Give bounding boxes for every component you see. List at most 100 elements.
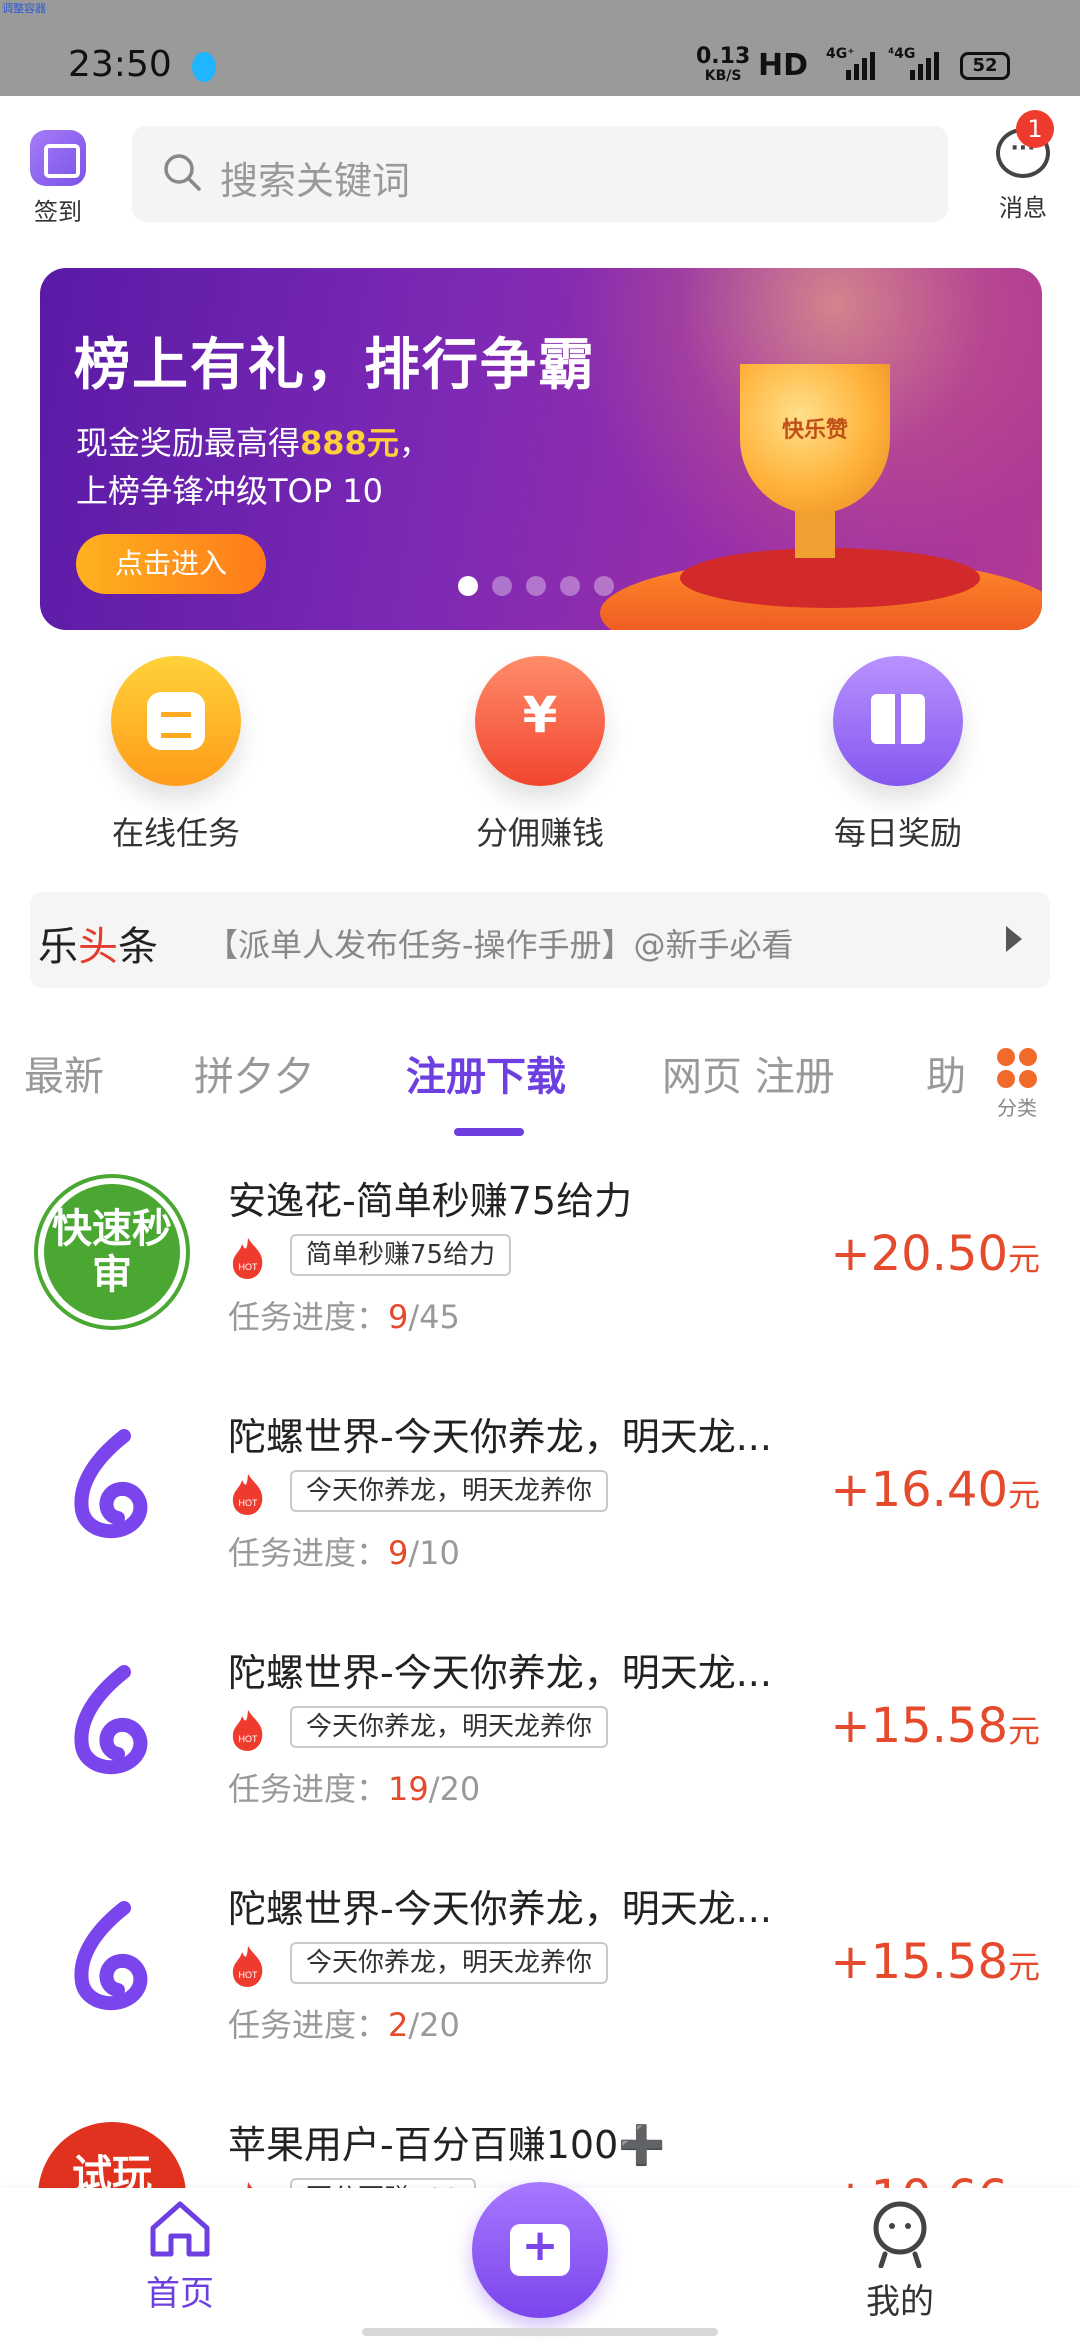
snail-logo-icon xyxy=(38,1886,186,2034)
task-reward: +16.40元 xyxy=(830,1462,1040,1518)
tab-latest[interactable]: 最新 xyxy=(24,1044,104,1102)
task-name: 安逸花-简单秒赚75给力 xyxy=(228,1179,633,1223)
daily-reward-button[interactable]: 每日奖励 xyxy=(778,656,1018,854)
header: 签到 搜索关键词 1 消息 xyxy=(0,96,1080,256)
task-tag: 今天你养龙，明天龙养你 xyxy=(290,1706,609,1748)
promo-banner[interactable]: 快乐赞 榜上有礼，排行争霸 现金奖励最高得888元， 上榜争锋冲级TOP 10 … xyxy=(40,268,1042,630)
task-progress: 任务进度：9/10 xyxy=(228,1528,460,1574)
ticker-brand-2: 头 xyxy=(78,924,118,970)
search-icon xyxy=(164,154,201,191)
snail-logo-icon xyxy=(38,1650,186,1798)
calendar-check-icon xyxy=(30,130,86,186)
publish-fab-button[interactable]: + xyxy=(472,2182,608,2318)
trophy-text: 快乐赞 xyxy=(781,418,848,443)
trophy-stem xyxy=(795,508,835,558)
task-row[interactable]: 陀螺世界-今天你养龙，明天龙... HOT 今天你养龙，明天龙养你 任务进度：2… xyxy=(0,1848,1080,2084)
task-progress: 任务进度：19/20 xyxy=(228,1764,480,1810)
task-logo: 快速秒审 xyxy=(38,1178,186,1326)
plus-icon: + xyxy=(521,2220,559,2271)
reward-amount: +20.50 xyxy=(830,1226,1008,1282)
pagination-dot[interactable] xyxy=(560,576,580,596)
pagination-dot[interactable] xyxy=(526,576,546,596)
banner-title: 榜上有礼，排行争霸 xyxy=(74,333,596,398)
tab-web-register[interactable]: 网页 注册 xyxy=(662,1044,835,1102)
reward-amount: +15.58 xyxy=(830,1934,1008,1990)
task-reward: +20.50元 xyxy=(830,1226,1040,1282)
news-ticker[interactable]: 乐头条 【派单人发布任务-操作手册】@新手必看 xyxy=(30,892,1050,988)
signal-bars-2-icon xyxy=(910,52,939,80)
tab-register-download[interactable]: 注册下载 xyxy=(406,1044,566,1102)
status-tiny-label: 调整容器 xyxy=(2,2,46,15)
ticker-brand-3: 条 xyxy=(118,924,158,970)
progress-total: /45 xyxy=(408,1298,460,1336)
chat-bubble-icon: 1 xyxy=(996,110,1054,178)
search-input[interactable]: 搜索关键词 xyxy=(132,126,948,222)
reward-unit: 元 xyxy=(1007,1712,1040,1750)
chevron-right-icon[interactable] xyxy=(1006,926,1022,952)
task-list: 快速秒审 安逸花-简单秒赚75给力 HOT 简单秒赚75给力 任务进度：9/45… xyxy=(0,1140,1080,2190)
progress-total: /20 xyxy=(408,2006,460,2044)
gift-icon xyxy=(833,656,963,786)
status-time: 23:50 xyxy=(68,44,172,85)
banner-pagination[interactable] xyxy=(458,576,614,596)
online-tasks-button[interactable]: 在线任务 xyxy=(56,656,296,854)
daily-reward-label: 每日奖励 xyxy=(833,814,962,852)
task-progress: 任务进度：2/20 xyxy=(228,2000,460,2046)
task-tag: 简单秒赚75给力 xyxy=(290,1234,512,1276)
task-name: 陀螺世界-今天你养龙，明天龙... xyxy=(228,1887,772,1931)
pagination-dot[interactable] xyxy=(492,576,512,596)
task-row[interactable]: 试玩 苹果用户-百分百赚100➕ 百分百赚100 +10.66元 xyxy=(0,2084,1080,2190)
category-label: 分类 xyxy=(997,1096,1037,1120)
task-tag: 今天你养龙，明天龙养你 xyxy=(290,1470,609,1512)
checkin-button[interactable]: 签到 xyxy=(26,130,90,227)
reward-amount: +10.66 xyxy=(830,2170,1008,2190)
search-placeholder: 搜索关键词 xyxy=(220,159,411,203)
task-row[interactable]: 陀螺世界-今天你养龙，明天龙... HOT 今天你养龙，明天龙养你 任务进度：9… xyxy=(0,1376,1080,1612)
money-bag-icon: ¥ xyxy=(475,656,605,786)
ticker-brand: 乐头条 xyxy=(38,914,158,972)
tab-pinxixi[interactable]: 拼夕夕 xyxy=(194,1044,314,1102)
tab-more[interactable]: 助 xyxy=(926,1044,966,1102)
progress-label: 任务进度： xyxy=(228,1534,389,1572)
reward-unit: 元 xyxy=(1007,1240,1040,1278)
task-name: 陀螺世界-今天你养龙，明天龙... xyxy=(228,1415,772,1459)
pagination-dot[interactable] xyxy=(594,576,614,596)
reward-unit: 元 xyxy=(1007,1948,1040,1986)
task-logo: 试玩 xyxy=(38,2122,186,2190)
status-bar: 调整容器 23:50 0.13 KB/S HD 4G⁺ ⁴4G 52 xyxy=(0,0,1080,96)
task-progress: 任务进度：9/45 xyxy=(228,1292,460,1338)
task-name: 陀螺世界-今天你养龙，明天龙... xyxy=(228,1651,772,1695)
banner-cta-button[interactable]: 点击进入 xyxy=(76,534,266,594)
task-row[interactable]: 陀螺世界-今天你养龙，明天龙... HOT 今天你养龙，明天龙养你 任务进度：1… xyxy=(0,1612,1080,1848)
banner-line1-prefix: 现金奖励最高得 xyxy=(76,424,301,462)
banner-line2: 上榜争锋冲级TOP 10 xyxy=(76,472,383,510)
snail-logo-icon xyxy=(38,1414,186,1562)
commission-button[interactable]: ¥ 分佣赚钱 xyxy=(420,656,660,854)
checkin-label: 签到 xyxy=(34,198,82,226)
battery-icon: 52 xyxy=(960,52,1010,80)
messages-label: 消息 xyxy=(999,194,1047,222)
task-tag: 今天你养龙，明天龙养你 xyxy=(290,1942,609,1984)
banner-line1-suffix: ， xyxy=(398,424,431,462)
quick-entries: 在线任务 ¥ 分佣赚钱 每日奖励 xyxy=(0,656,1080,876)
banner-amount: 888元 xyxy=(300,424,399,462)
messages-button[interactable]: 1 消息 xyxy=(990,110,1056,223)
ticker-brand-1: 乐 xyxy=(38,924,78,970)
svg-text:HOT: HOT xyxy=(239,1498,259,1508)
app-notification-icon xyxy=(192,52,216,82)
hd-indicator: HD xyxy=(758,48,809,83)
category-button[interactable]: 分类 xyxy=(986,1048,1048,1121)
task-reward: +15.58元 xyxy=(830,1698,1040,1754)
user-face-icon xyxy=(873,2201,927,2268)
svg-text:HOT: HOT xyxy=(239,1734,259,1744)
nav-home[interactable]: 首页 xyxy=(128,2198,232,2315)
progress-label: 任务进度： xyxy=(228,1770,389,1808)
progress-label: 任务进度： xyxy=(228,2006,389,2044)
yen-glyph: ¥ xyxy=(522,686,558,744)
system-home-indicator[interactable] xyxy=(362,2328,718,2336)
nav-me[interactable]: 我的 xyxy=(848,2198,952,2323)
task-icon xyxy=(111,656,241,786)
ticker-text[interactable]: 【派单人发布任务-操作手册】@新手必看 xyxy=(206,920,794,966)
task-row[interactable]: 快速秒审 安逸花-简单秒赚75给力 HOT 简单秒赚75给力 任务进度：9/45… xyxy=(0,1140,1080,1376)
pagination-dot[interactable] xyxy=(458,576,478,596)
